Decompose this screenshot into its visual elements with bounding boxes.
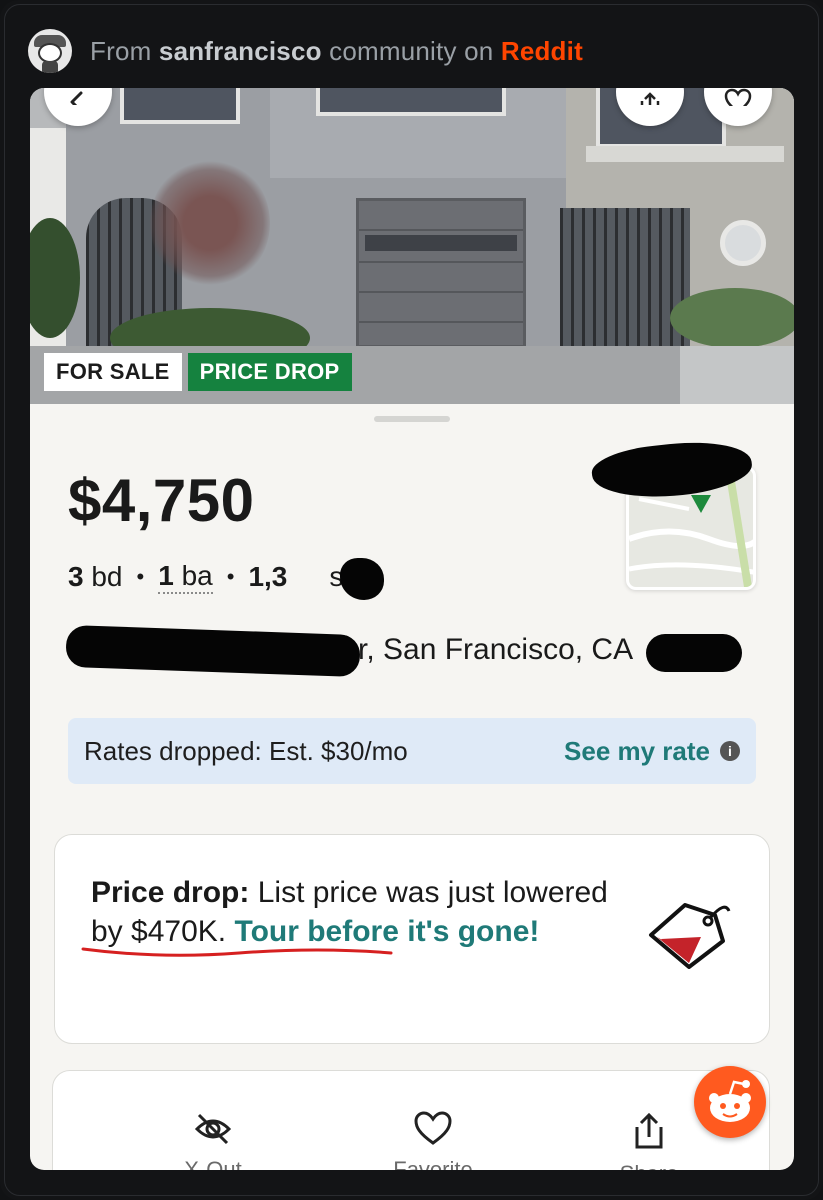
source-prefix: From [90, 35, 152, 66]
sheet-drag-handle[interactable] [374, 416, 450, 422]
garage-door [356, 198, 526, 348]
separator: • [226, 564, 235, 589]
address-visible: r, San Francisco, CA [358, 633, 634, 666]
community-name[interactable]: sanfrancisco [159, 36, 322, 66]
chevron-left-icon [70, 91, 83, 105]
listing-badges: FOR SALE PRICE DROP [44, 353, 352, 391]
share-icon [635, 1112, 663, 1149]
reddit-snoo-icon [709, 1080, 751, 1122]
price-drop-label: Price drop: [91, 876, 250, 909]
see-my-rate-link[interactable]: See my rate i [564, 736, 740, 767]
redaction-zip [646, 634, 742, 672]
x-out-button[interactable]: X-Out [153, 1111, 273, 1170]
x-out-label: X-Out [184, 1157, 242, 1170]
reddit-snoo-button[interactable] [694, 1066, 766, 1138]
baths-info[interactable]: 1 ba [158, 560, 213, 594]
listing-photo[interactable]: FOR SALE PRICE DROP [30, 88, 794, 404]
heart-icon [414, 1111, 452, 1145]
see-my-rate-label: See my rate [564, 735, 710, 766]
share-icon [640, 92, 660, 105]
screenshot-frame: From sanfrancisco community on Reddit FO… [0, 0, 823, 1200]
price-drop-text: List price was just [257, 876, 495, 909]
community-avatar-icon [28, 29, 72, 73]
separator: • [136, 564, 145, 589]
listing-facts: 3 bd • 1 ba • 1,3 sq ft [68, 560, 382, 594]
favorite-button[interactable]: Favorite [373, 1111, 493, 1170]
rates-banner[interactable]: Rates dropped: Est. $30/mo See my rate i [68, 718, 756, 784]
map-pin-icon [691, 495, 711, 513]
rates-text: Rates dropped: Est. $30/mo [84, 735, 408, 766]
reddit-brand[interactable]: Reddit [501, 36, 583, 66]
price-drop-badge: PRICE DROP [187, 353, 352, 391]
beds-value: 3 [68, 561, 84, 592]
source-text: From sanfrancisco community on Reddit [90, 36, 583, 67]
listing-screen: FOR SALE PRICE DROP $4,750 3 bd • 1 ba •… [30, 88, 794, 1170]
favorite-label: Favorite [393, 1157, 473, 1170]
redaction-sqft [340, 558, 384, 600]
baths-value: 1 [158, 560, 174, 591]
price-tag-icon [649, 903, 731, 969]
red-underline-annotation [81, 947, 393, 957]
price-drop-card[interactable]: Price drop: List price was just lowered … [54, 834, 770, 1044]
share-label: Share [620, 1161, 679, 1170]
action-bar-card: X-Out Favorite Share [52, 1070, 770, 1170]
listing-price: $4,750 [68, 467, 255, 534]
baths-unit: ba [181, 560, 213, 591]
source-middle: community on [329, 35, 494, 66]
info-icon[interactable]: i [720, 741, 740, 761]
for-sale-badge: FOR SALE [44, 353, 182, 391]
heart-icon [724, 88, 752, 106]
redaction-street [65, 624, 361, 678]
share-button[interactable]: Share [589, 1111, 709, 1170]
reddit-source-bar[interactable]: From sanfrancisco community on Reddit [28, 26, 583, 76]
beds-unit: bd [91, 561, 123, 592]
price-drop-message: Price drop: List price was just lowered … [91, 873, 631, 951]
sqft-value: 1,3 [248, 561, 288, 592]
eye-slash-icon [194, 1113, 232, 1145]
